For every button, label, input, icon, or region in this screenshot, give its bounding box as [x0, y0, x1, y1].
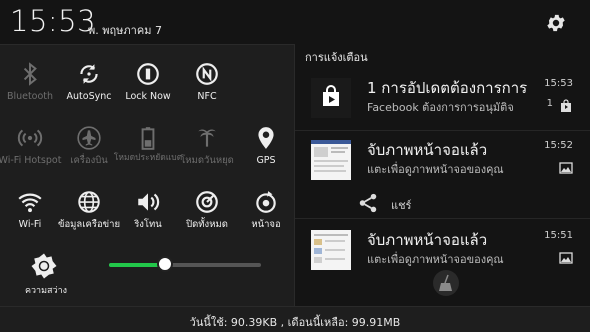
notification-item[interactable]: จับภาพหน้าจอแล้ว แตะเพื่อดูภาพหน้าจอของค…: [295, 130, 590, 190]
share-icon: [359, 193, 377, 213]
data-usage-footer: วันนี้ใช้: 90.39KB , เดือนนี้เหลือ: 99.9…: [0, 306, 590, 332]
notification-title: 1 การอัปเดตต้องการการ: [367, 79, 528, 97]
close-all-icon: [194, 189, 220, 215]
slider-thumb[interactable]: [157, 256, 174, 272]
screenshot-thumbnail: [311, 230, 351, 270]
share-label: แชร์: [391, 199, 412, 212]
data-usage-text: วันนี้ใช้: 90.39KB , เดือนนี้เหลือ: 99.9…: [189, 316, 401, 329]
brightness-slider[interactable]: [109, 256, 261, 272]
notification-text: แตะเพื่อดูภาพหน้าจอของคุณ: [367, 163, 504, 176]
gps-icon: [253, 125, 279, 151]
date: พ. พฤษภาคม 7: [88, 24, 162, 37]
notification-title: จับภาพหน้าจอแล้ว: [367, 231, 488, 249]
clock: 15:53: [10, 4, 97, 38]
lock-now-icon: [135, 61, 161, 87]
brightness-label: ความสว่าง: [24, 286, 68, 296]
play-store-icon: [311, 78, 351, 118]
notification-time: 15:52: [544, 140, 573, 151]
mobile-data-icon: [76, 189, 102, 215]
notification-text: แตะเพื่อดูภาพหน้าจอของคุณ: [367, 253, 504, 266]
tile-nfc[interactable]: NFC: [171, 53, 243, 113]
airplane-icon: [76, 125, 102, 151]
notification-text: Facebook ต้องการการอนุมัติจ: [367, 101, 514, 114]
notification-time: 15:51: [544, 230, 573, 241]
notification-time: 15:53: [544, 78, 573, 89]
wifi-icon: [17, 189, 43, 215]
image-small-icon: [559, 250, 573, 264]
holiday-icon: [194, 125, 220, 151]
play-store-small-icon: [559, 98, 573, 112]
bluetooth-icon: [17, 61, 43, 87]
clear-all-notifications-icon[interactable]: [433, 270, 459, 296]
screenshot-thumbnail: [311, 140, 351, 180]
notification-item[interactable]: 1 การอัปเดตต้องการการ Facebook ต้องการกา…: [295, 68, 590, 128]
brightness-icon[interactable]: [29, 251, 59, 281]
divider: [295, 218, 590, 219]
notification-count: 1: [546, 98, 553, 109]
notifications-title: การแจ้งเตือน: [305, 51, 368, 64]
nfc-icon: [194, 61, 220, 87]
sync-icon: [76, 61, 102, 87]
quick-settings-panel: Bluetooth AutoSync Lock Now NFC Wi-Fi Ho…: [0, 44, 294, 306]
screen-rotate-icon: [253, 189, 279, 215]
tile-screen-rotate[interactable]: หน้าจอ: [230, 181, 302, 241]
image-small-icon: [559, 160, 573, 174]
battery-saver-icon: [135, 125, 161, 151]
tile-label: NFC: [197, 91, 217, 102]
hotspot-icon: [17, 125, 43, 151]
settings-gear-icon[interactable]: [545, 12, 567, 34]
notification-title: จับภาพหน้าจอแล้ว: [367, 141, 488, 159]
tile-gps[interactable]: GPS: [230, 117, 302, 177]
status-header: 15:53 พ. พฤษภาคม 7: [0, 0, 590, 44]
notifications-panel: การแจ้งเตือน 1 การอัปเดตต้องการการ Faceb…: [294, 44, 590, 306]
ringtone-icon: [135, 189, 161, 215]
